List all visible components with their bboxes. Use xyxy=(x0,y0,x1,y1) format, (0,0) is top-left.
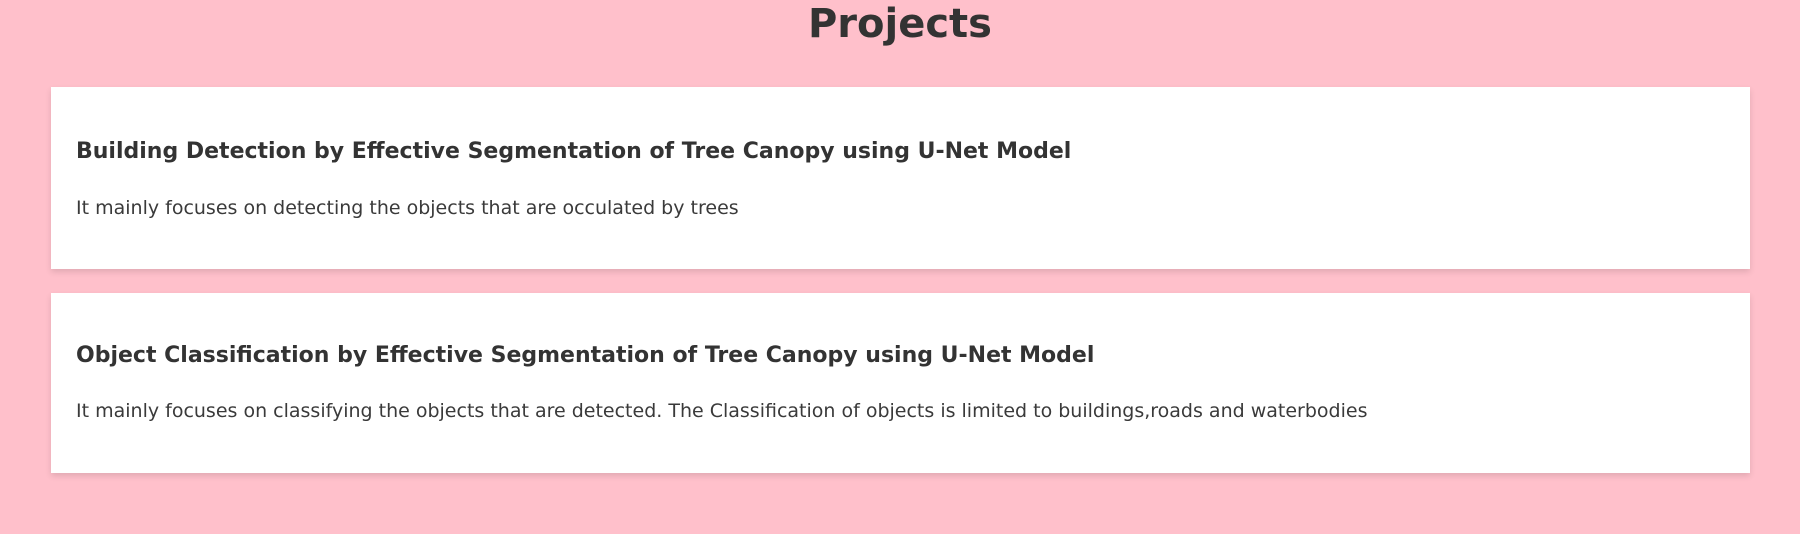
project-card: Building Detection by Effective Segmenta… xyxy=(51,87,1750,269)
project-description: It mainly focuses on detecting the objec… xyxy=(76,197,739,219)
project-title: Building Detection by Effective Segmenta… xyxy=(76,139,1072,164)
projects-section: Projects Building Detection by Effective… xyxy=(0,0,1800,534)
project-card: Object Classification by Effective Segme… xyxy=(51,293,1750,473)
project-description: It mainly focuses on classifying the obj… xyxy=(76,400,1368,422)
project-title: Object Classification by Effective Segme… xyxy=(76,343,1095,368)
page-title: Projects xyxy=(807,1,992,47)
